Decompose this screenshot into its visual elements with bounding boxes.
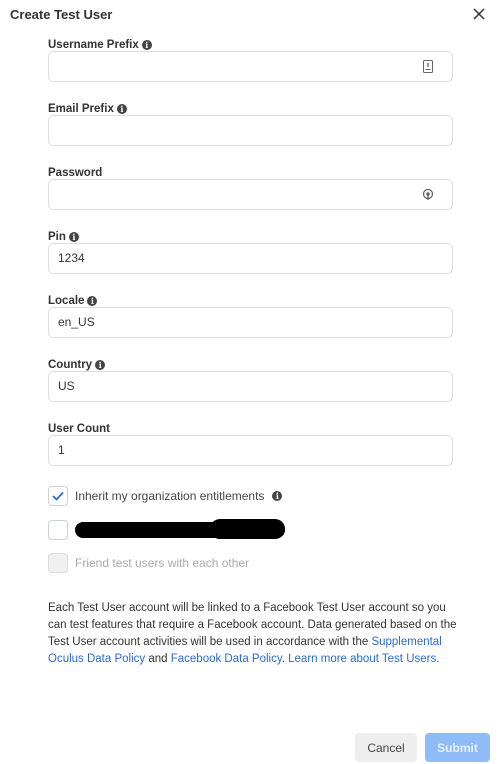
- username-prefix-field: Username Prefix i: [48, 38, 453, 82]
- locale-field: Locale i en_US: [48, 294, 453, 338]
- field-label-text: Country: [48, 358, 93, 371]
- email-prefix-field: Email Prefix i: [48, 102, 453, 146]
- country-input-box[interactable]: US: [48, 371, 453, 402]
- locale-input-box[interactable]: en_US: [48, 307, 453, 338]
- facebook-data-policy-link[interactable]: Facebook Data Policy: [171, 653, 282, 665]
- notice-text: Each Test User account will be linked to…: [48, 600, 458, 668]
- checkbox-label: Friend test users with each other: [75, 556, 250, 570]
- password-input-box[interactable]: [48, 179, 453, 210]
- username-prefix-input-box[interactable]: [48, 51, 453, 82]
- info-icon[interactable]: i: [272, 491, 283, 501]
- checkmark-icon: [52, 491, 64, 501]
- checkbox-row[interactable]: [48, 518, 285, 540]
- contact-card-icon[interactable]: [422, 60, 434, 73]
- locale-input[interactable]: [49, 308, 407, 337]
- checkbox[interactable]: [48, 486, 68, 506]
- field-label-text: Username Prefix: [48, 38, 139, 51]
- pin-field: Pin i 1234: [48, 230, 453, 274]
- cancel-button[interactable]: Cancel: [355, 733, 417, 762]
- password-input[interactable]: [49, 180, 407, 209]
- username-prefix-label: Username Prefix i: [48, 38, 453, 51]
- checkbox-row[interactable]: Friend test users with each other: [48, 553, 249, 573]
- field-label-text: Locale: [48, 294, 85, 307]
- checkbox[interactable]: [48, 519, 68, 540]
- user-count-label: User Count: [48, 422, 453, 435]
- dialog-title: Create Test User: [10, 7, 113, 22]
- submit-button[interactable]: Submit: [425, 733, 490, 762]
- pin-input[interactable]: [49, 244, 407, 273]
- email-prefix-input-box[interactable]: [48, 115, 453, 146]
- checkbox-label: Inherit my organization entitlements: [75, 489, 265, 503]
- field-label-text: Pin: [48, 230, 66, 243]
- user-count-input[interactable]: [49, 436, 407, 465]
- field-label-text: User Count: [48, 422, 110, 435]
- pin-label: Pin i: [48, 230, 453, 243]
- username-prefix-input[interactable]: [49, 52, 407, 81]
- country-field: Country i US: [48, 358, 453, 402]
- info-icon[interactable]: i: [68, 231, 79, 242]
- close-icon[interactable]: [471, 6, 487, 22]
- info-icon[interactable]: i: [87, 295, 98, 306]
- checkbox: [48, 553, 68, 573]
- country-label: Country i: [48, 358, 453, 371]
- field-label-text: Email Prefix: [48, 102, 114, 115]
- redacted-label: [75, 518, 285, 539]
- notice-text-part: and: [145, 653, 171, 665]
- learn-more-link[interactable]: Learn more about Test Users.: [288, 653, 439, 665]
- email-prefix-label: Email Prefix i: [48, 102, 453, 115]
- email-prefix-input[interactable]: [49, 116, 407, 145]
- info-icon[interactable]: i: [141, 39, 152, 50]
- field-label-text: Password: [48, 166, 103, 179]
- info-icon[interactable]: i: [95, 359, 106, 370]
- checkbox-row[interactable]: Inherit my organization entitlements i: [48, 486, 283, 506]
- info-icon[interactable]: i: [116, 103, 127, 114]
- password-key-icon[interactable]: [422, 188, 434, 201]
- password-label: Password: [48, 166, 453, 179]
- country-input[interactable]: [49, 372, 407, 401]
- pin-input-box[interactable]: 1234: [48, 243, 453, 274]
- locale-label: Locale i: [48, 294, 453, 307]
- password-field: Password: [48, 166, 453, 210]
- user-count-input-box[interactable]: 1: [48, 435, 453, 466]
- user-count-field: User Count 1: [48, 422, 453, 466]
